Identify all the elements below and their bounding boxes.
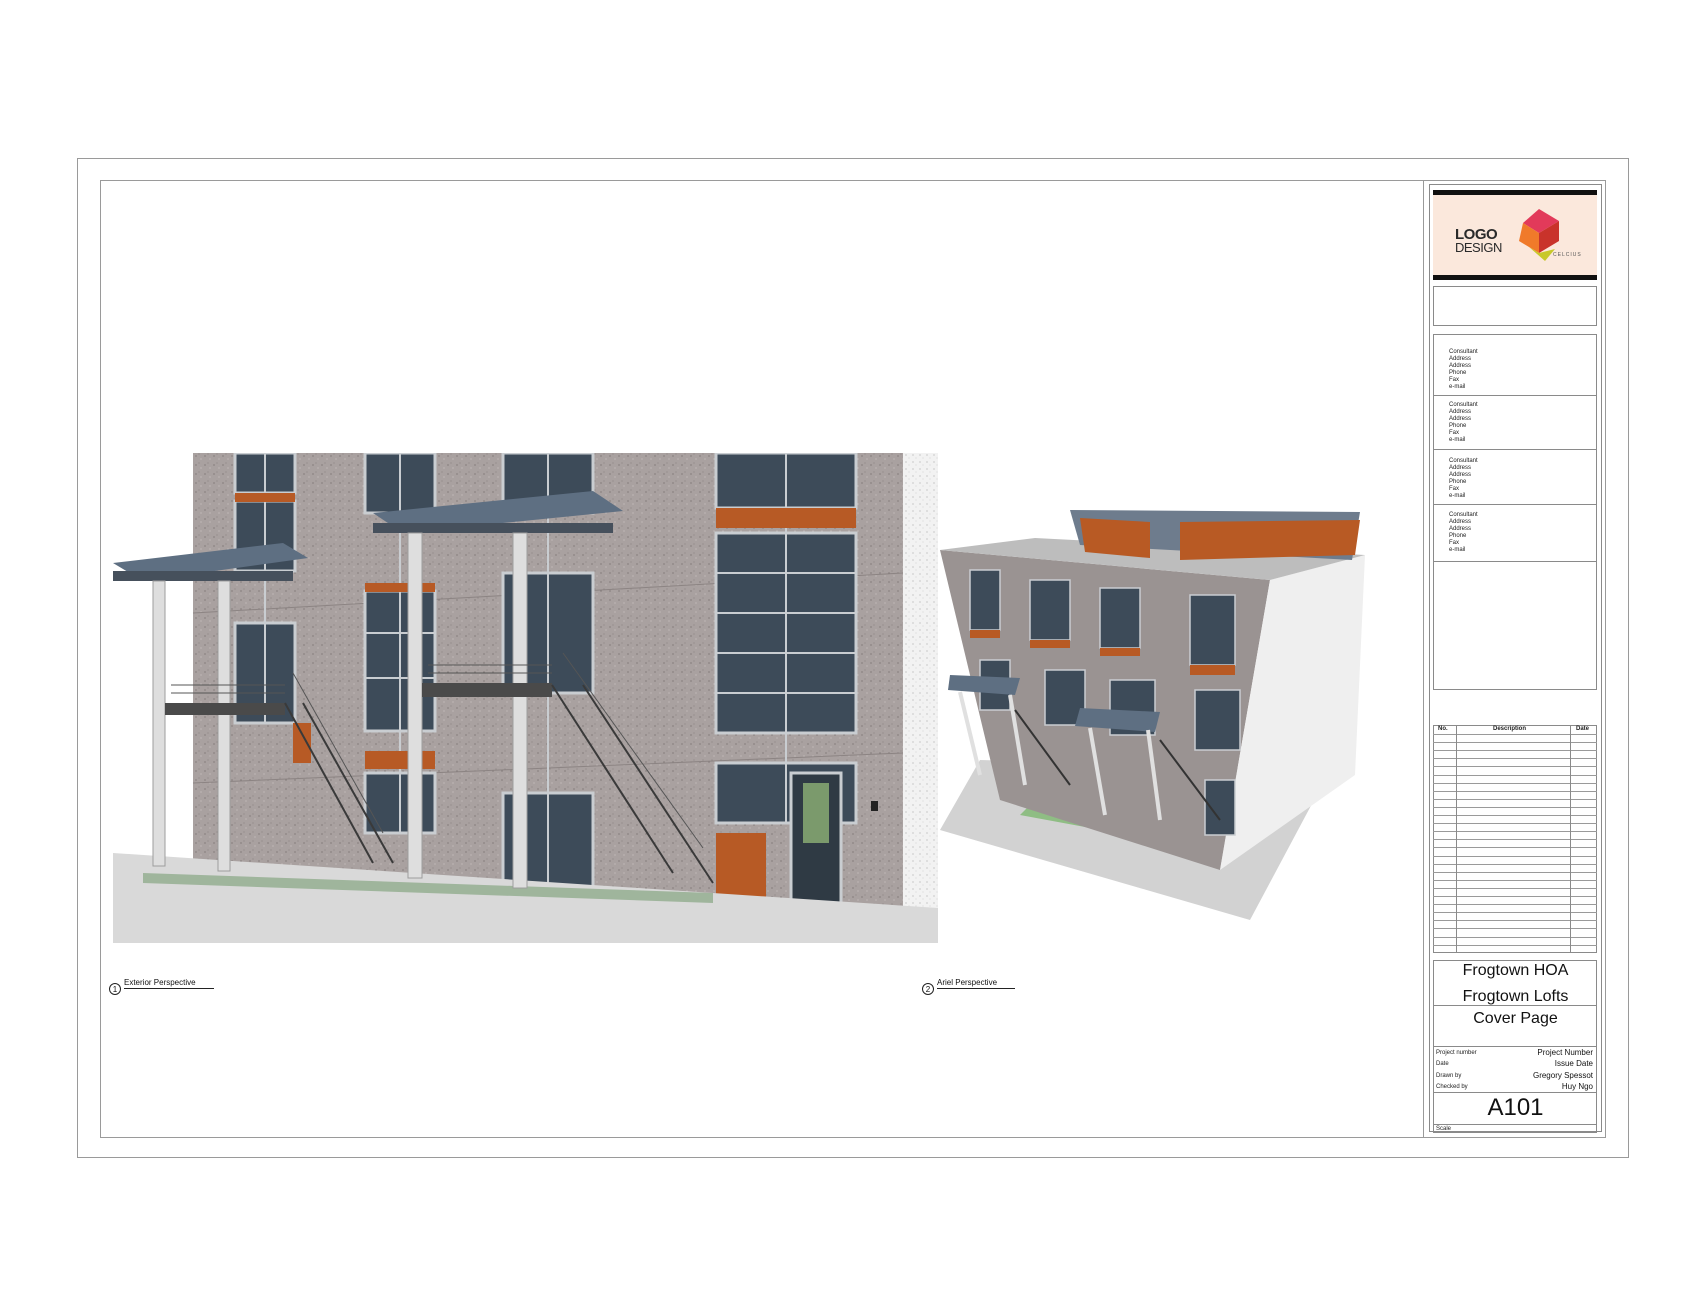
revision-row [1433,839,1597,841]
revision-row [1433,774,1597,776]
view-2-number: 2 [922,983,934,995]
project-name: Frogtown Lofts [1462,988,1569,1005]
revision-row [1433,904,1597,906]
revision-row [1433,863,1597,865]
ariel-perspective-image [940,510,1365,920]
revision-col-description: Description [1493,726,1527,732]
sheet-name: Cover Page [1473,1010,1558,1027]
revision-row [1433,847,1597,849]
revision-row [1433,871,1597,873]
consultant-1: Consultant Address Address Phone Fax e-m… [1449,349,1478,390]
scale-label: Scale [1436,1126,1452,1132]
view-1-number: 1 [109,983,121,995]
consultant-2: Consultant Address Address Phone Fax e-m… [1449,402,1478,443]
project-number-value: Project Number [1537,1048,1593,1057]
consultant-3: Consultant Address Address Phone Fax e-m… [1449,458,1478,499]
revision-row [1433,790,1597,792]
consultant-4: Consultant Address Address Phone Fax e-m… [1449,512,1478,553]
revision-row [1433,920,1597,922]
revision-row [1433,806,1597,808]
revision-row [1433,758,1597,760]
project-owner: Frogtown HOA [1462,962,1569,979]
view-1-title: Exterior Perspective [124,978,214,989]
date-label: Date [1436,1061,1449,1067]
revision-row [1433,944,1597,946]
revision-row [1433,742,1597,744]
revision-row [1433,734,1597,735]
checked-by-label: Checked by [1436,1084,1468,1090]
revision-row [1433,887,1597,889]
company-logo: LOGO DESIGN CELCIUS [1433,190,1597,280]
date-value: Issue Date [1554,1059,1593,1068]
revision-row [1433,831,1597,833]
drawn-by-label: Drawn by [1436,1073,1462,1079]
revision-rows [1433,734,1597,953]
revision-row [1433,750,1597,752]
logo-line-2: DESIGN [1455,240,1502,255]
revision-row [1433,798,1597,800]
sheet-number: A101 [1487,1094,1544,1121]
revision-row [1433,936,1597,938]
project-stamp-box [1433,286,1597,326]
exterior-perspective-image [113,453,938,943]
revision-row [1433,896,1597,897]
revision-row [1433,766,1597,768]
revision-row [1433,928,1597,930]
drawn-by-value: Gregory Spessot [1532,1071,1593,1080]
revision-row [1433,823,1597,825]
view-2-title: Ariel Perspective [937,978,1016,989]
logo-mark-icon [1519,209,1559,261]
revision-row [1433,782,1597,784]
revision-row [1433,855,1597,857]
revision-col-date: Date [1576,726,1590,732]
revision-row [1433,912,1597,914]
checked-by-value: Huy Ngo [1561,1082,1593,1091]
revision-row [1433,879,1597,881]
project-number-label: Project number [1436,1050,1477,1056]
logo-brand: CELCIUS [1553,252,1582,258]
revision-row [1433,815,1597,816]
revision-col-no: No. [1438,726,1448,732]
